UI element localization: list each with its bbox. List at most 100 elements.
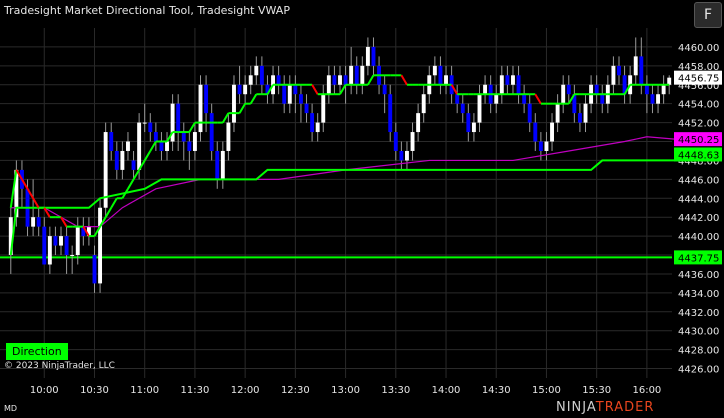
candle-body <box>594 84 599 95</box>
brand-part2: TRADER <box>595 400 655 415</box>
candle-body <box>656 94 661 104</box>
candle-body <box>259 65 264 85</box>
x-tick-label: 10:00 <box>30 385 59 396</box>
candle-body <box>483 84 488 95</box>
price-label-text: 4456.75 <box>678 74 719 85</box>
vwap-segment <box>32 197 40 209</box>
candle-body <box>36 217 41 227</box>
candle-body <box>176 103 181 133</box>
candle-body <box>198 84 203 133</box>
candle-body <box>617 65 621 76</box>
candle-body <box>600 94 605 104</box>
candle-body <box>226 122 231 151</box>
y-tick-label: 4434.00 <box>678 289 719 300</box>
vwap-segment <box>534 93 542 105</box>
candle-body <box>516 75 521 95</box>
candle-body <box>667 77 672 85</box>
candle-body <box>310 113 315 133</box>
x-tick-label: 10:30 <box>80 385 109 396</box>
candle-body <box>237 84 242 95</box>
candle-body <box>165 141 169 151</box>
copyright-text: © 2023 NinjaTrader, LLC <box>4 361 115 371</box>
candle-body <box>444 75 448 85</box>
candle-body <box>209 113 214 151</box>
candle-body <box>137 122 142 170</box>
vwap-segment <box>249 93 258 105</box>
candle-body <box>59 236 63 246</box>
candle-body <box>577 113 582 123</box>
candle-body <box>466 113 471 133</box>
candle-body <box>494 94 499 104</box>
candle-body <box>566 84 571 95</box>
candle-body <box>192 132 197 151</box>
candle-body <box>153 132 158 142</box>
candle-body <box>633 56 638 76</box>
candle-body <box>416 113 421 133</box>
y-tick-label: 4440.00 <box>678 232 719 243</box>
candle-body <box>254 65 259 76</box>
y-tick-label: 4432.00 <box>678 308 719 319</box>
candle-body <box>220 150 225 180</box>
candle-body <box>120 150 125 170</box>
candle-body <box>42 226 47 265</box>
candle-body <box>533 122 538 142</box>
candle-body <box>204 84 209 114</box>
candle-body <box>282 84 287 104</box>
direction-label: Direction <box>6 343 68 360</box>
x-tick-label: 11:30 <box>181 385 210 396</box>
vwap-segment <box>238 103 247 114</box>
candle-body <box>148 122 153 133</box>
candle-body <box>70 255 75 257</box>
candle-body <box>338 75 342 85</box>
vwap-segment <box>104 207 113 218</box>
y-tick-label: 4436.00 <box>678 270 719 281</box>
candle-body <box>365 46 370 66</box>
candle-body <box>471 122 476 133</box>
candle-body <box>561 84 566 104</box>
chart-title: Tradesight Market Directional Tool, Trad… <box>4 4 290 17</box>
x-tick-label: 11:00 <box>130 385 159 396</box>
price-chart[interactable]: 4460.004458.004456.004454.004452.004450.… <box>0 0 724 418</box>
candle-body <box>321 94 326 123</box>
vwap-segment <box>110 197 118 209</box>
candle-body <box>399 150 404 161</box>
y-tick-label: 4430.00 <box>678 327 719 338</box>
candle-body <box>248 75 253 85</box>
y-tick-label: 4426.00 <box>678 365 719 376</box>
x-tick-label: 15:30 <box>582 385 611 396</box>
x-tick-label: 14:30 <box>482 385 511 396</box>
ninjatrader-logo: NINJATRADER <box>556 400 654 415</box>
x-tick-label: 12:30 <box>281 385 310 396</box>
candle-body <box>421 94 426 114</box>
candle-body <box>287 84 292 104</box>
candle-body <box>142 122 147 124</box>
candle-body <box>53 236 58 246</box>
y-tick-label: 4460.00 <box>678 43 719 54</box>
y-tick-label: 4454.00 <box>678 100 719 111</box>
x-tick-label: 15:00 <box>532 385 561 396</box>
candle-body <box>527 103 532 123</box>
candle-body <box>332 75 337 85</box>
candle-body <box>544 141 549 151</box>
candle-body <box>126 141 130 151</box>
candle-body <box>644 84 649 95</box>
candle-body <box>354 65 359 85</box>
candle-body <box>304 103 309 114</box>
y-tick-label: 4442.00 <box>678 213 719 224</box>
candle-body <box>343 75 348 85</box>
candle-body <box>159 141 164 151</box>
candle-body <box>92 255 97 284</box>
candle-body <box>298 94 303 104</box>
vwap-segment <box>367 74 375 86</box>
vwap-segment <box>149 141 157 152</box>
candle-body <box>438 65 443 85</box>
f-button[interactable]: F <box>694 2 722 28</box>
candle-body <box>611 65 616 85</box>
vwap-segment <box>400 74 408 86</box>
vwap-segment <box>221 112 230 124</box>
candle-body <box>349 65 354 85</box>
price-label-text: 4448.63 <box>678 150 719 161</box>
y-tick-label: 4444.00 <box>678 194 719 205</box>
candle-body <box>511 75 515 85</box>
candle-body <box>131 160 136 170</box>
